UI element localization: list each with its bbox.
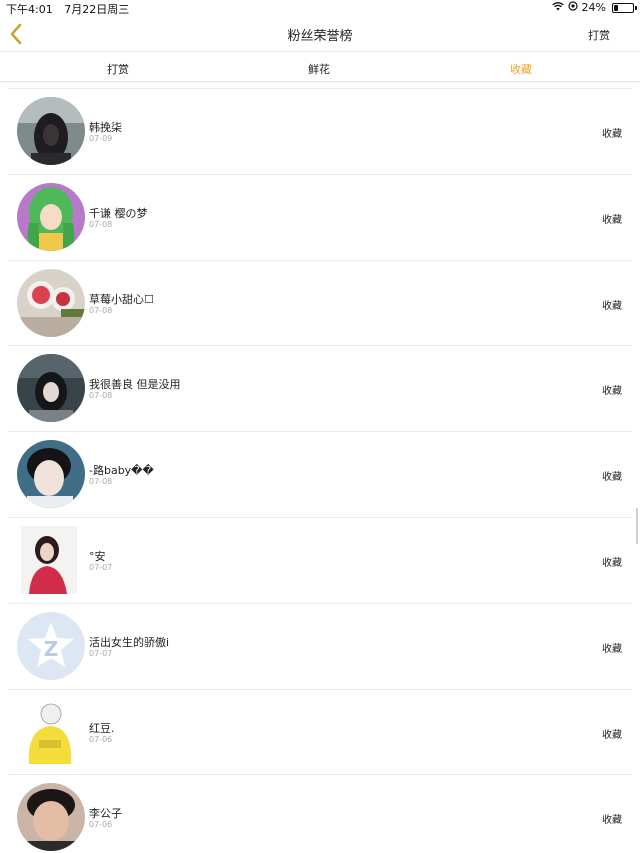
battery-cap — [635, 5, 637, 10]
nav-bar: 粉丝荣誉榜 打赏 — [0, 16, 640, 52]
favorite-button[interactable]: 收藏 — [602, 811, 622, 826]
list-item[interactable]: 韩挽柒 07-09 收藏 — [8, 89, 632, 175]
fan-date: 07-07 — [89, 562, 113, 572]
scrollbar[interactable] — [636, 508, 638, 544]
fan-date: 07-06 — [89, 820, 113, 830]
fan-date: 07-06 — [89, 734, 113, 744]
fan-name: 红豆. — [89, 721, 115, 735]
list-item[interactable]: -路baby�� 07-08 收藏 — [8, 432, 632, 518]
fan-date: 07-08 — [89, 477, 113, 487]
battery-percent: 24% — [581, 1, 606, 14]
list-item[interactable]: 草莓小甜心☐ 07-08 收藏 — [8, 261, 632, 347]
fan-date: 07-07 — [89, 648, 113, 658]
list-item[interactable]: 李公子 07-06 收藏 — [8, 775, 632, 853]
avatar — [17, 182, 85, 251]
list-item[interactable]: 我很善良 但是没用 07-08 收藏 — [8, 346, 632, 433]
avatar — [21, 697, 77, 766]
status-time: 下午4:01 — [6, 3, 53, 16]
avatar — [17, 440, 85, 509]
fan-date: 07-08 — [89, 391, 113, 401]
favorite-button[interactable]: 收藏 — [602, 726, 622, 741]
fan-name: °安 — [89, 549, 106, 563]
fan-date: 07-08 — [89, 219, 113, 229]
status-left: 下午4:01 7月22日周三 — [6, 1, 137, 17]
fan-name: 草莓小甜心☐ — [89, 292, 154, 306]
avatar — [17, 268, 85, 337]
list-item[interactable]: °安 07-07 收藏 — [8, 518, 632, 604]
reward-nav-button[interactable]: 打赏 — [588, 27, 610, 43]
avatar: Z — [17, 611, 85, 680]
fan-name: 千谦 樱の梦 — [89, 206, 148, 220]
favorite-button[interactable]: 收藏 — [602, 382, 622, 397]
svg-text:Z: Z — [44, 637, 59, 661]
fan-name: 我很善良 但是没用 — [89, 378, 181, 392]
avatar — [21, 525, 77, 594]
status-bar: 下午4:01 7月22日周三 24% — [0, 0, 640, 16]
status-date: 7月22日周三 — [64, 3, 130, 16]
page-title: 粉丝荣誉榜 — [287, 29, 353, 44]
fan-name: 李公子 — [89, 807, 122, 821]
fan-name: -路baby�� — [89, 464, 154, 478]
fan-date: 07-08 — [89, 305, 113, 315]
favorite-button[interactable]: 收藏 — [602, 211, 622, 226]
location-lock-icon — [567, 1, 578, 14]
battery-fill — [614, 4, 618, 11]
tab-bar: 打赏 鲜花 收藏 — [0, 53, 640, 82]
battery-icon — [612, 2, 637, 13]
list-item[interactable]: 红豆. 07-06 收藏 — [8, 690, 632, 776]
tab-reward[interactable]: 打赏 — [107, 61, 129, 77]
fan-list: 韩挽柒 07-09 收藏 千谦 樱の梦 07-08 收藏 草莓小甜心☐ 07-0… — [8, 88, 632, 853]
avatar — [17, 97, 85, 165]
favorite-button[interactable]: 收藏 — [602, 468, 622, 483]
favorite-button[interactable]: 收藏 — [602, 297, 622, 312]
tab-flowers[interactable]: 鲜花 — [308, 61, 330, 77]
favorite-button[interactable]: 收藏 — [602, 125, 622, 140]
favorite-button[interactable]: 收藏 — [602, 554, 622, 569]
avatar — [17, 783, 85, 852]
favorite-button[interactable]: 收藏 — [602, 640, 622, 655]
fan-name: 韩挽柒 — [89, 121, 122, 134]
status-right: 24% — [551, 1, 637, 14]
list-item[interactable]: Z 活出女生的骄傲i 07-07 收藏 — [8, 604, 632, 690]
fan-name: 活出女生的骄傲i — [89, 635, 170, 649]
avatar — [17, 354, 85, 423]
list-item[interactable]: 千谦 樱の梦 07-08 收藏 — [8, 175, 632, 261]
wifi-icon — [551, 1, 564, 14]
fan-date: 07-09 — [89, 134, 113, 143]
tab-favorites[interactable]: 收藏 — [510, 61, 532, 77]
